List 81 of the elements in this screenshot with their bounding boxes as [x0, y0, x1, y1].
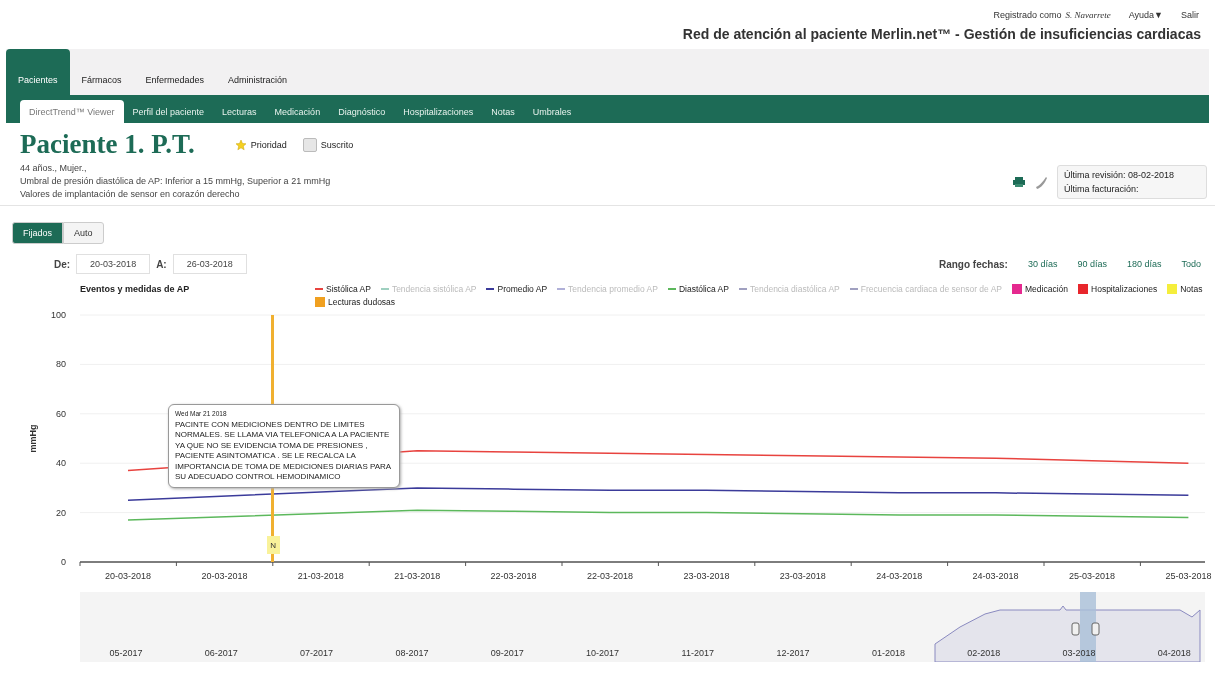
to-label: A: [156, 258, 167, 270]
x-tick-label: 20-03-2018 [105, 571, 151, 581]
legend-item[interactable]: Hospitalizaciones [1078, 284, 1158, 294]
tooltip-text: PACINTE CON MEDICIONES DENTRO DE LIMITES NORMALES. SE LLAMA VIA TELEFONICA A LA PACIENTE YA QUE NO SE EVIDENCIA TOMA DE PRESIONES , PACIENTE ASINTOMATICA . SE LE RECALCA LA IMPORTANCIA DE TOMA DE MEDICIONES DIARIAS PARA SU ADECUADO CONTROL HEMODINAMICO [175, 419, 392, 483]
star-icon[interactable] [234, 138, 247, 151]
y-tick-label: 0 [61, 557, 66, 567]
subscribed-checkbox[interactable] [302, 137, 317, 152]
printer-icon[interactable] [1012, 177, 1025, 187]
x-tick-label: 22-03-2018 [490, 571, 537, 581]
sub-tab[interactable]: Notas [482, 100, 524, 123]
main-tab[interactable]: Administración [216, 65, 300, 95]
sub-tab[interactable]: Medicación [265, 100, 330, 123]
navigator-month-label: 02-2018 [967, 648, 1001, 658]
threshold-text: Umbral de presión diastólica de AP: Inferior a 15 mmHg, Superior a 21 mmHg [20, 176, 332, 186]
x-tick-label: 23-03-2018 [683, 571, 730, 581]
legend-item[interactable]: Sistólica AP [315, 284, 371, 294]
y-tick-label: 60 [56, 408, 66, 419]
y-tick-label: 20 [56, 507, 66, 518]
x-tick-label: 21-03-2018 [297, 571, 344, 581]
logout-link[interactable]: Salir [1181, 10, 1199, 20]
from-date-field[interactable]: 20-03-2018 [76, 254, 151, 274]
x-tick-label: 22-03-2018 [587, 571, 633, 581]
to-date-field[interactable]: 26-03-2018 [172, 254, 247, 274]
scale-button[interactable]: Fijados [12, 222, 63, 244]
app-title: Red de atención al paciente Merlin.net™ - Gestión de insuficiencias cardiacas [681, 25, 1202, 44]
scale-button[interactable]: Auto [63, 222, 104, 244]
note-marker[interactable]: N [266, 536, 280, 554]
subscribed-label: Suscrito [320, 139, 354, 150]
help-menu[interactable]: Ayuda▼ [1128, 10, 1163, 20]
y-tick-label: 40 [56, 458, 66, 469]
navigator-month-label: 08-2017 [395, 648, 429, 658]
implant-text: Valores de implantación de sensor en corazón derecho [20, 189, 241, 199]
range-label: Rango fechas: [938, 258, 1008, 270]
patient-info: 44 años., Mujer., [20, 163, 88, 173]
logged-in-label: Registrado como S. Navarrete [993, 10, 1111, 20]
range-link[interactable]: 30 días [1027, 259, 1058, 269]
from-label: De: [54, 258, 71, 270]
x-tick-label: 24-03-2018 [972, 571, 1019, 581]
navigator-month-label: 11-2017 [681, 648, 714, 658]
x-tick-label: 25-03-2018 [1069, 571, 1115, 581]
last-review: Última revisión: 08-02-2018 [1063, 170, 1174, 180]
sub-tab[interactable]: Hospitalizaciones [394, 100, 483, 123]
range-link[interactable]: Todo [1181, 259, 1201, 269]
main-tab[interactable]: Fármacos [69, 65, 134, 95]
legend-item[interactable]: Medicación [1012, 284, 1069, 294]
sub-tab[interactable]: Diagnóstico [329, 100, 395, 123]
legend-item[interactable]: Notas [1167, 284, 1203, 294]
legend-item[interactable]: Diastólica AP [667, 284, 729, 294]
x-tick-label: 20-03-2018 [201, 571, 248, 581]
navigator-handle[interactable] [1071, 622, 1080, 636]
main-tab[interactable]: Pacientes [6, 49, 70, 95]
y-axis-title: mmHg [28, 424, 38, 453]
navigator-month-label: 12-2017 [776, 648, 810, 658]
range-link[interactable]: 90 días [1077, 259, 1107, 269]
navigator-month-label: 03-2018 [1062, 648, 1096, 658]
sub-tab[interactable]: Perfil del paciente [123, 100, 214, 123]
x-tick-label: 23-03-2018 [779, 571, 826, 581]
priority-label: Prioridad [250, 139, 287, 150]
last-billing: Última facturación: [1063, 184, 1140, 194]
legend-item[interactable]: Lecturas dudosas [315, 297, 396, 307]
navigator-month-label: 07-2017 [300, 648, 334, 658]
navigator-month-label: 01-2018 [871, 648, 905, 658]
navigator-month-label: 04-2018 [1157, 648, 1191, 658]
x-tick-label: 21-03-2018 [394, 571, 441, 581]
navigator-month-label: 06-2017 [204, 648, 238, 658]
y-tick-label: 100 [50, 310, 66, 320]
y-tick-label: 80 [56, 359, 66, 370]
navigator-month-label: 10-2017 [586, 648, 619, 658]
sub-tab[interactable]: Umbrales [523, 100, 581, 123]
patient-name: Paciente 1. P.T. [20, 129, 195, 160]
legend-item[interactable]: Promedio AP [486, 284, 548, 294]
navigator-month-label: 05-2017 [109, 648, 143, 658]
sub-tab[interactable]: DirectTrend™ Viewer [20, 100, 124, 123]
navigator-month-label: 09-2017 [490, 648, 524, 658]
sub-tab[interactable]: Lecturas [213, 100, 266, 123]
navigator-handle[interactable] [1091, 622, 1100, 636]
chart-title: Eventos y medidas de AP [80, 284, 191, 296]
x-tick-label: 25-03-2018 [1165, 571, 1212, 581]
main-tab[interactable]: Enfermedades [133, 65, 217, 95]
range-link[interactable]: 180 días [1126, 259, 1162, 269]
x-tick-label: 24-03-2018 [876, 571, 923, 581]
